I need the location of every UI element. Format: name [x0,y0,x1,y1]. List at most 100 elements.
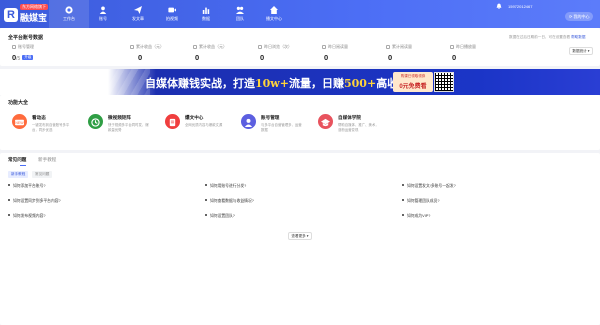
nav-item-broadcast[interactable]: 播文中心 [254,0,294,28]
function-title: 账号管理 [261,115,280,120]
banner-text-a: 自媒体赚钱实战，打造 [145,77,255,90]
views-stat-icon [258,45,262,49]
logo-icon: R [4,8,18,22]
income-stat-icon [130,45,134,49]
faq-item[interactable]: 如何管理团队成员? [402,199,440,204]
stat-label: 账号管理 [18,44,34,49]
faq-text: 如何设置发文/多账号一起发? [407,184,456,188]
stat-label: 累计收益（元） [136,44,164,49]
faq-item[interactable]: 如何添加平台账号? [8,184,46,189]
overview-hint: 数据在过后日期前一日，可在设置查看 帮助数据 [509,35,585,40]
home-icon [270,6,278,14]
function-title: 爆文中心 [185,115,204,120]
dashboard-icon [65,6,73,14]
stat-label: 昨日阅读量 [328,44,348,49]
faq-item[interactable]: 如何设置发文/多账号一起发? [402,184,456,189]
function-title: 微视频矩阵 [108,115,131,120]
active-tab-indicator [20,165,26,166]
faq-text: 如何查看数据与收益情况? [210,199,254,203]
faq-text: 如何成为VIP? [407,214,431,218]
hint-link[interactable]: 帮助数据 [571,35,585,39]
banner-headline: 自媒体赚钱实战，打造10w+流量，日赚500+高收益玩法 [145,75,431,91]
bullet-icon [205,184,207,186]
bullet-icon [402,184,404,186]
faq-item[interactable]: 如何发布视频内容? [8,214,46,219]
stat-label: 昨日播放量 [456,44,476,49]
team-icon [236,6,244,14]
faq-item[interactable]: 如何用账号进行分发? [205,184,246,189]
stat-suffix: /5 [16,56,21,62]
nav-item-account[interactable]: 账号 [83,0,123,28]
switch-center-button[interactable]: ⟳ 我的中心 [565,12,594,21]
function-desc: 一键发布到自营账号多平台，同步优选 [32,123,70,132]
stats-select-label: 数据统计 [572,49,587,53]
function-academy[interactable]: 自媒体学院 帮助自媒体、推广、美术，涨粉运营变现 [318,114,408,140]
upgrade-badge[interactable]: 升级 [22,55,34,60]
faq-item[interactable]: 如何设置团队? [205,214,235,219]
banner-text-c: 流量，日赚 [289,77,344,90]
bullet-icon [8,214,10,216]
promo-banner[interactable]: 自媒体赚钱实战，打造10w+流量，日赚500+高收益玩法 购课已领取领券 0元免… [0,69,600,95]
faq-item[interactable]: 如何成为VIP? [402,214,430,219]
overview-title: 全平台账号数据 [8,35,44,41]
clock-icon [88,114,103,129]
stat-value: 0 [452,53,457,62]
faq-text: 如何用账号进行分发? [210,184,247,188]
bullet-icon [402,199,404,201]
income-stat-icon [193,45,197,49]
top-bar: R 东方网络旗下 融媒宝 工作台 账号 发文章 拍视频 数据 团队 播文中心 1… [0,0,600,28]
banner-decoration [90,69,150,95]
send-icon [134,6,142,14]
faq-text: 如何设置同步到多平台内容? [13,199,61,203]
stat-plays: 昨日播放量 0 [450,44,530,62]
chart-icon [202,7,210,14]
faq-text: 如何发布视频内容? [13,214,46,218]
reads-total-icon [386,45,390,49]
stat-label: 昨日浏览（次） [264,44,292,49]
function-title: 看动态 [32,115,46,120]
account-icon [241,114,256,129]
faq-item[interactable]: 如何设置同步到多平台内容? [8,199,61,204]
account-stat-icon [12,45,16,49]
brand-badge: 东方网络旗下 [20,4,48,10]
bullet-icon [205,199,207,201]
tab-tutorial[interactable]: 新手教程 [38,157,56,163]
tab-faq[interactable]: 常见问题 [8,157,26,163]
stat-account: 账号管理 0/5 升级 [12,44,92,62]
svg-text:NEW: NEW [15,121,24,125]
bullet-icon [402,214,404,216]
banner-cta[interactable]: 购课已领取领券 0元免费看 [393,72,433,92]
chevron-down-icon: ▾ [587,49,590,53]
new-icon: NEW [12,114,27,129]
stats-select[interactable]: 数据统计 ▾ [569,47,593,55]
view-more-button[interactable]: 查看更多 ▾ [288,232,312,240]
user-icon [99,6,107,14]
bullet-icon [8,184,10,186]
function-desc: 帮助自媒体、推广、美术，涨粉运营变现 [338,123,379,132]
functions-title: 功能大全 [8,100,29,106]
function-desc: 与多平台自营管理多，运营数据 [261,123,302,132]
banner-cta-top: 购课已领取领券 [400,74,426,78]
function-desc: 全网优质内容与爆款文源 [185,123,223,127]
bullet-icon [8,199,10,201]
bell-icon[interactable] [496,3,502,9]
nav-label: 播文中心 [266,16,282,21]
video-icon [168,7,176,13]
academy-icon [318,114,333,129]
reads-stat-icon [322,45,326,49]
chevron-down-icon: ▾ [306,234,309,238]
function-desc: 快于视频多平台同时发，爆款量优势 [108,123,149,132]
user-phone[interactable]: 15972012467 [508,4,532,9]
bullet-icon [205,214,207,216]
fire-icon [165,114,180,129]
faq-text: 如何设置团队? [210,214,235,218]
faq-item[interactable]: 如何查看数据与收益情况? [205,199,254,204]
function-title: 自媒体学院 [338,115,361,120]
plays-stat-icon [450,45,454,49]
subtab-faq[interactable]: 常见问题 [32,171,53,178]
faq-text: 如何管理团队成员? [407,199,440,203]
stat-label: 累计阅读量 [392,44,412,49]
subtab-tutorial[interactable]: 新手教程 [8,171,29,178]
nav-label: 账号 [99,16,107,21]
banner-cta-main: 0元免费看 [399,84,427,90]
